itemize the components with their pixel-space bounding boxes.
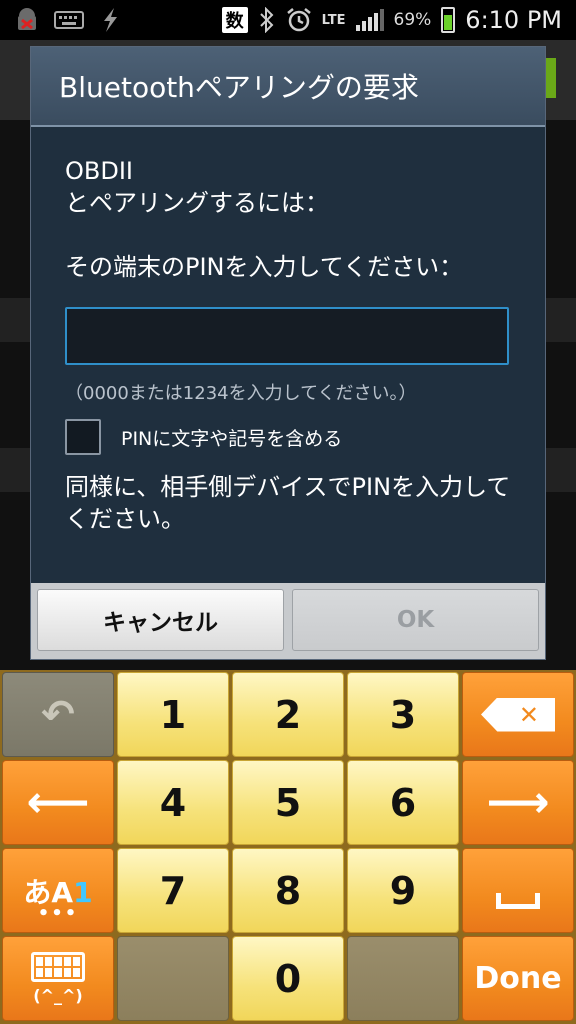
clock: 6:10 PM — [465, 6, 562, 34]
digit-key-7[interactable]: 7 — [117, 848, 229, 933]
device-name: OBDII — [65, 157, 133, 185]
digit-key-2[interactable]: 2 — [232, 672, 344, 757]
backspace-icon: ✕ — [481, 697, 555, 732]
signal-icon — [355, 9, 384, 31]
right-arrow-icon: ⟶ — [486, 776, 550, 828]
undo-key[interactable]: ↶ — [2, 672, 114, 757]
digit-key-0[interactable]: 0 — [232, 936, 344, 1021]
cancel-button[interactable]: キャンセル — [37, 589, 284, 651]
undo-icon: ↶ — [41, 691, 75, 738]
battery-icon — [441, 7, 456, 33]
cursor-right-key[interactable]: ⟶ — [462, 760, 574, 845]
left-arrow-icon: ⟵ — [26, 776, 90, 828]
bluetooth-pairing-dialog: Bluetoothペアリングの要求 OBDII とペアリングするには： その端末… — [30, 46, 546, 660]
dialog-button-bar: キャンセル OK — [31, 583, 545, 659]
digit-key-6[interactable]: 6 — [347, 760, 459, 845]
alphanumeric-pin-checkbox[interactable] — [65, 419, 101, 455]
keyboard-settings-icon: (^_^) — [31, 952, 85, 1005]
space-key[interactable] — [462, 848, 574, 933]
input-mode-key[interactable]: あA1 ••• — [2, 848, 114, 933]
done-key[interactable]: Done — [462, 936, 574, 1021]
digit-key-4[interactable]: 4 — [117, 760, 229, 845]
digit-key-5[interactable]: 5 — [232, 760, 344, 845]
pair-with-text: とペアリングするには： — [65, 189, 329, 217]
keyboard-settings-key[interactable]: (^_^) — [2, 936, 114, 1021]
alphanumeric-pin-option[interactable]: PINに文字や記号を含める — [65, 419, 511, 455]
digit-key-8[interactable]: 8 — [232, 848, 344, 933]
pin-prompt: その端末のPINを入力してください： — [65, 253, 464, 281]
digit-key-1[interactable]: 1 — [117, 672, 229, 757]
ime-mode-indicator: 数 — [221, 7, 248, 33]
network-type: LTE — [321, 12, 346, 28]
emoticon-label: (^_^) — [33, 986, 83, 1005]
more-dots-icon: ••• — [37, 903, 79, 924]
ok-button[interactable]: OK — [292, 589, 539, 651]
dialog-title: Bluetoothペアリングの要求 — [31, 47, 545, 127]
space-icon — [496, 892, 540, 909]
keyboard-icon — [54, 11, 84, 29]
dialog-body: OBDII とペアリングするには： その端末のPINを入力してください： （00… — [31, 127, 545, 535]
backspace-key[interactable]: ✕ — [462, 672, 574, 757]
android-debug-icon — [18, 8, 36, 30]
status-bar: 数 LTE 69% 6:10 PM — [0, 0, 576, 40]
blank-key-left — [117, 936, 229, 1021]
bluetooth-icon — [259, 7, 274, 33]
pin-input[interactable] — [65, 307, 509, 365]
done-label: Done — [474, 961, 562, 996]
keyboard-icon — [31, 952, 85, 982]
pairing-note: 同様に、相手側デバイスでPINを入力してください。 — [65, 473, 511, 533]
alphanumeric-pin-label: PINに文字や記号を含める — [121, 427, 343, 450]
blank-key-right — [347, 936, 459, 1021]
numeric-keyboard: ↶ 1 2 3 ✕ ⟵ 4 5 6 ⟶ あA1 ••• 7 8 9 (^_^) … — [0, 670, 576, 1024]
battery-percent: 69% — [393, 10, 432, 30]
digit-key-3[interactable]: 3 — [347, 672, 459, 757]
pin-hint: （0000または1234を入力してください。） — [65, 383, 417, 404]
cursor-left-key[interactable]: ⟵ — [2, 760, 114, 845]
alarm-icon — [286, 8, 311, 32]
usb-icon — [104, 8, 117, 32]
digit-key-9[interactable]: 9 — [347, 848, 459, 933]
